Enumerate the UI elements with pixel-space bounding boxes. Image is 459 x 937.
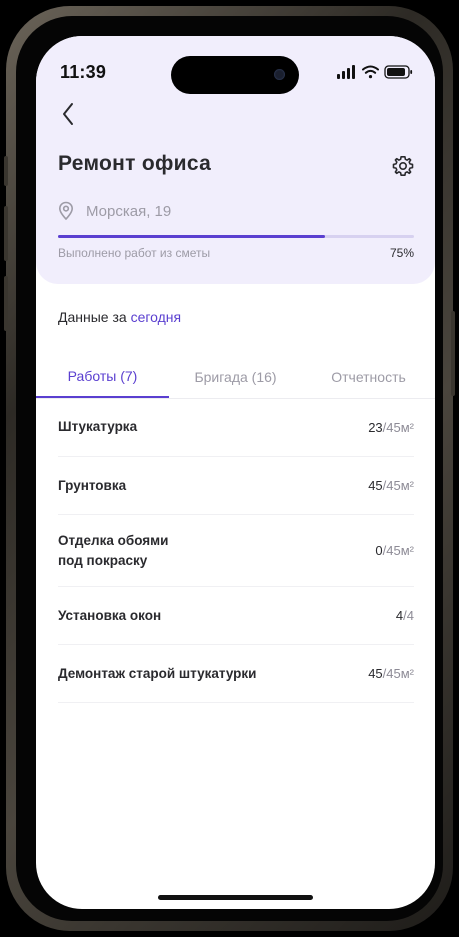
tab-works[interactable]: Работы (7)	[36, 356, 169, 398]
work-row-windows[interactable]: Установка окон 4/4	[58, 587, 414, 645]
work-name: Штукатурка	[58, 419, 138, 434]
gear-icon	[392, 156, 414, 176]
work-amount: 4/4	[396, 608, 414, 623]
tab-brigade[interactable]: Бригада (16)	[169, 356, 302, 397]
work-name: Отделка обоями под покраску	[58, 532, 169, 568]
work-total: /4	[403, 608, 414, 623]
work-list: Штукатурка 23/45м² Грунтовка 45/45м² Отд…	[36, 398, 435, 703]
estimate-progress-fill	[58, 235, 325, 238]
status-time: 11:39	[60, 62, 107, 82]
tab-bar: Работы (7) Бригада (16) Отчетность	[36, 356, 435, 399]
volume-down-button	[4, 276, 8, 331]
location-text: Морская, 19	[86, 202, 172, 220]
cellular-signal-icon	[337, 65, 355, 79]
work-name: Демонтаж старой штукатурки	[58, 665, 257, 681]
work-total: /45м²	[382, 478, 414, 493]
work-amount: 23/45м²	[368, 420, 414, 435]
settings-button[interactable]	[391, 154, 415, 178]
dynamic-island	[171, 56, 299, 94]
work-row-wallpaper[interactable]: Отделка обоями под покраску 0/45м²	[58, 515, 414, 587]
phone-frame: 11:39 Ремонт офиса Морская, 19 Выполнено…	[4, 6, 455, 931]
map-pin-icon	[58, 201, 74, 221]
status-icons	[337, 64, 413, 80]
estimate-progress-bar	[58, 235, 414, 238]
period-link[interactable]: сегодня	[131, 309, 182, 325]
page-title: Ремонт офиса	[58, 152, 212, 175]
work-amount: 0/45м²	[375, 543, 414, 558]
action-button	[4, 156, 8, 186]
work-total: /45м²	[382, 419, 414, 435]
progress-label: Выполнено работ из сметы	[58, 246, 211, 260]
work-row-plastering[interactable]: Штукатурка 23/45м²	[58, 398, 414, 457]
work-name: Установка окон	[58, 607, 162, 623]
tab-reports[interactable]: Отчетность	[302, 356, 435, 397]
home-indicator[interactable]	[158, 895, 313, 900]
front-camera	[274, 69, 285, 80]
work-amount: 45/45м²	[368, 478, 414, 493]
volume-up-button	[4, 206, 8, 261]
work-total: /45м²	[382, 543, 414, 558]
work-done: 23	[368, 419, 383, 435]
project-location: Морская, 19	[58, 200, 171, 222]
status-bar: 11:39	[36, 36, 435, 100]
work-done: 45	[368, 478, 383, 493]
power-button	[451, 311, 455, 396]
work-done: 0	[375, 543, 383, 558]
project-header: 11:39 Ремонт офиса Морская, 19 Выполнено…	[36, 36, 435, 284]
work-amount: 45/45м²	[368, 666, 414, 681]
chevron-left-icon	[63, 103, 73, 125]
work-done: 45	[368, 666, 383, 681]
period-selector: Данные за сегодня	[58, 309, 181, 325]
wifi-icon	[362, 65, 379, 79]
app-screen: 11:39 Ремонт офиса Морская, 19 Выполнено…	[36, 36, 435, 909]
back-button[interactable]	[58, 100, 82, 128]
work-total: /45м²	[382, 666, 414, 681]
progress-percent: 75%	[389, 246, 414, 260]
work-row-demolition[interactable]: Демонтаж старой штукатурки 45/45м²	[58, 645, 414, 703]
work-name: Грунтовка	[58, 477, 127, 493]
period-prefix: Данные за	[58, 309, 127, 325]
work-row-priming[interactable]: Грунтовка 45/45м²	[58, 457, 414, 515]
battery-icon	[384, 65, 413, 79]
